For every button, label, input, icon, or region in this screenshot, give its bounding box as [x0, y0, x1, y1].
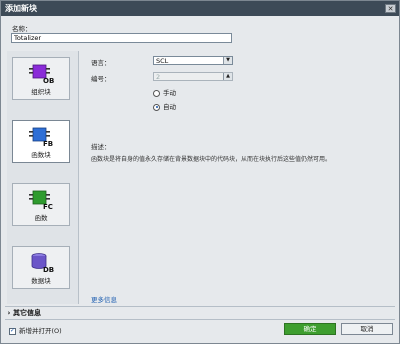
db-block-icon: DB — [31, 253, 54, 274]
svg-text:FC: FC — [43, 203, 53, 211]
divider-bottom — [5, 319, 395, 320]
name-label: 名称： — [12, 25, 32, 33]
name-input[interactable] — [11, 33, 232, 43]
other-info-label: 其它信息 — [13, 309, 41, 317]
auto-radio[interactable]: 自动 — [153, 101, 176, 111]
number-label: 编号： — [91, 75, 111, 83]
language-select[interactable]: SCL ▼ — [153, 56, 233, 65]
svg-text:OB: OB — [43, 77, 54, 85]
number-spinner: 2 ▲ — [153, 72, 233, 81]
checkbox-checked-icon — [9, 327, 16, 335]
ob-block-icon: OB — [29, 64, 54, 85]
cancel-button[interactable]: 取消 — [341, 323, 393, 335]
number-value: 2 — [156, 73, 161, 81]
add-and-open-label: 新增并打开(O) — [19, 327, 62, 335]
close-icon[interactable]: ✕ — [385, 4, 396, 13]
block-type-fc[interactable]: FC 函数 — [12, 183, 70, 226]
radio-off-icon — [153, 89, 160, 97]
spinner-icon: ▲ — [223, 73, 232, 80]
block-properties-panel: 语言： SCL ▼ 编号： 2 ▲ 手动 自动 描述： 函数块是将自身的值永久存… — [85, 51, 395, 304]
ok-button[interactable]: 确定 — [284, 323, 336, 335]
language-label: 语言： — [91, 59, 111, 67]
add-new-block-dialog: 添加新块 ✕ 名称： OB 组织块 FB 函数块 — [0, 0, 400, 344]
block-type-panel: OB 组织块 FB 函数块 FC 函数 DB 数据块 — [7, 51, 79, 304]
block-type-fc-label: 函数 — [34, 214, 48, 222]
svg-text:DB: DB — [43, 266, 54, 274]
block-type-fb-label: 函数块 — [31, 151, 51, 159]
block-type-fb[interactable]: FB 函数块 — [12, 120, 70, 163]
manual-radio[interactable]: 手动 — [153, 87, 176, 97]
chevron-down-icon: ▼ — [223, 57, 232, 64]
svg-text:FB: FB — [43, 140, 53, 148]
divider — [5, 306, 395, 307]
fb-block-icon: FB — [29, 127, 53, 148]
block-type-ob-label: 组织块 — [31, 88, 51, 96]
description-text: 函数块是将自身的值永久存储在背景数据块中的代码块，从而在块执行后这些值仍然可用。 — [91, 156, 332, 163]
block-type-ob[interactable]: OB 组织块 — [12, 57, 70, 100]
other-info-expander[interactable]: › 其它信息 — [5, 308, 397, 318]
chevron-right-icon: › — [7, 309, 11, 317]
fc-block-icon: FC — [29, 190, 53, 211]
add-and-open-checkbox[interactable]: 新增并打开(O) — [9, 325, 62, 335]
auto-radio-label: 自动 — [163, 103, 176, 111]
description-title: 描述： — [91, 143, 111, 151]
block-type-db[interactable]: DB 数据块 — [12, 246, 70, 289]
manual-radio-label: 手动 — [163, 89, 176, 97]
dialog-title: 添加新块 — [1, 1, 399, 16]
radio-on-icon — [153, 103, 160, 111]
language-value: SCL — [156, 57, 169, 65]
more-info-link[interactable]: 更多信息 — [91, 294, 117, 304]
block-type-db-label: 数据块 — [31, 277, 51, 285]
